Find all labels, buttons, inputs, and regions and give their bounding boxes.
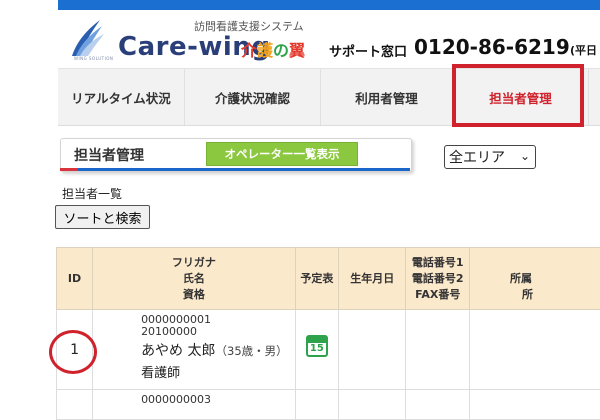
staff-code-sub: 20100000: [141, 326, 294, 338]
cell-birthdate: [339, 310, 406, 390]
col-header-affiliation[interactable]: 所属 所: [470, 248, 600, 310]
calendar-number: 15: [308, 343, 326, 355]
staff-name-line: あやめ 太郎（35歳・男）: [141, 340, 294, 360]
cell-phone: [406, 390, 470, 420]
brand-char: 護: [257, 41, 273, 60]
col-header-phone1: 電話番号1: [407, 255, 468, 271]
col-header-phone[interactable]: 電話番号1 電話番号2 FAX番号: [406, 248, 470, 310]
tab-care-status[interactable]: 介護状況確認: [185, 69, 321, 125]
chevron-down-icon: ⌄: [520, 149, 530, 163]
app-header: WING SOLUTION 訪問看護支援システム Care-wing 介護の翼 …: [58, 10, 600, 68]
brand-char: の: [273, 41, 289, 60]
calendar-icon[interactable]: 15: [306, 335, 328, 357]
logo-subtitle: WING SOLUTION: [74, 56, 113, 61]
col-header-kana: フリガナ: [94, 255, 294, 271]
section-accent-line: [60, 168, 410, 171]
cell-affiliation: [470, 390, 600, 420]
list-label: 担当者一覧: [62, 185, 122, 202]
brand-char: 翼: [289, 41, 305, 60]
area-select[interactable]: 全エリア ⌄: [444, 145, 536, 169]
brand-japanese: 介護の翼: [241, 37, 305, 61]
wing-logo-icon: [66, 14, 106, 60]
staff-table: ID フリガナ 氏名 資格 予定表 生年月日 電話番号1 電話番号2 FAX番号…: [56, 247, 600, 417]
cell-phone: [406, 310, 470, 390]
page-title: 担当者管理: [74, 145, 144, 165]
col-header-affiliation-sub: 所: [510, 287, 600, 303]
operator-list-button[interactable]: オペレーター一覧表示: [206, 142, 358, 166]
section-accent-marker: [60, 168, 78, 171]
staff-qualification: 看護師: [141, 362, 294, 381]
col-header-birthdate[interactable]: 生年月日: [339, 248, 406, 310]
col-header-name[interactable]: フリガナ 氏名 資格: [93, 248, 296, 310]
col-header-qualification: 資格: [94, 287, 294, 303]
area-select-value: 全エリア: [449, 147, 505, 167]
support-hours: (平日: [570, 42, 597, 58]
cell-id[interactable]: [57, 390, 93, 420]
tab-user-management[interactable]: 利用者管理: [321, 69, 453, 125]
col-header-phone2: 電話番号2: [407, 271, 468, 287]
cell-affiliation: [470, 310, 600, 390]
highlight-box: [452, 64, 584, 127]
col-header-fax: FAX番号: [407, 287, 468, 303]
support-label: サポート窓口: [329, 41, 407, 60]
highlight-circle: [49, 330, 97, 374]
cell-schedule[interactable]: 15: [295, 310, 338, 390]
table-row[interactable]: 1 0000000001 20100000 あやめ 太郎（35歳・男） 看護師 …: [57, 310, 600, 390]
tab-realtime-status[interactable]: リアルタイム状況: [58, 69, 185, 125]
sort-search-button[interactable]: ソートと検索: [55, 205, 150, 229]
staff-code: 0000000001: [141, 311, 294, 326]
cell-schedule: [295, 390, 338, 420]
cell-name[interactable]: 0000000003: [93, 390, 296, 420]
header-spacer: [510, 255, 600, 271]
staff-name: あやめ 太郎: [141, 343, 215, 359]
support-phone: 0120-86-6219: [414, 35, 570, 59]
col-header-id[interactable]: ID: [57, 248, 93, 310]
staff-code: 0000000003: [141, 391, 294, 406]
col-header-schedule[interactable]: 予定表: [295, 248, 338, 310]
cell-name[interactable]: 0000000001 20100000 あやめ 太郎（35歳・男） 看護師: [93, 310, 296, 390]
col-header-name-label: 氏名: [94, 271, 294, 287]
brand-char: 介: [241, 41, 257, 60]
table-row[interactable]: 0000000003: [57, 390, 600, 420]
cell-birthdate: [339, 390, 406, 420]
col-header-affiliation-label: 所属: [510, 271, 600, 287]
staff-age-gender: （35歳・男）: [216, 344, 288, 358]
top-accent-bar: [58, 0, 600, 10]
